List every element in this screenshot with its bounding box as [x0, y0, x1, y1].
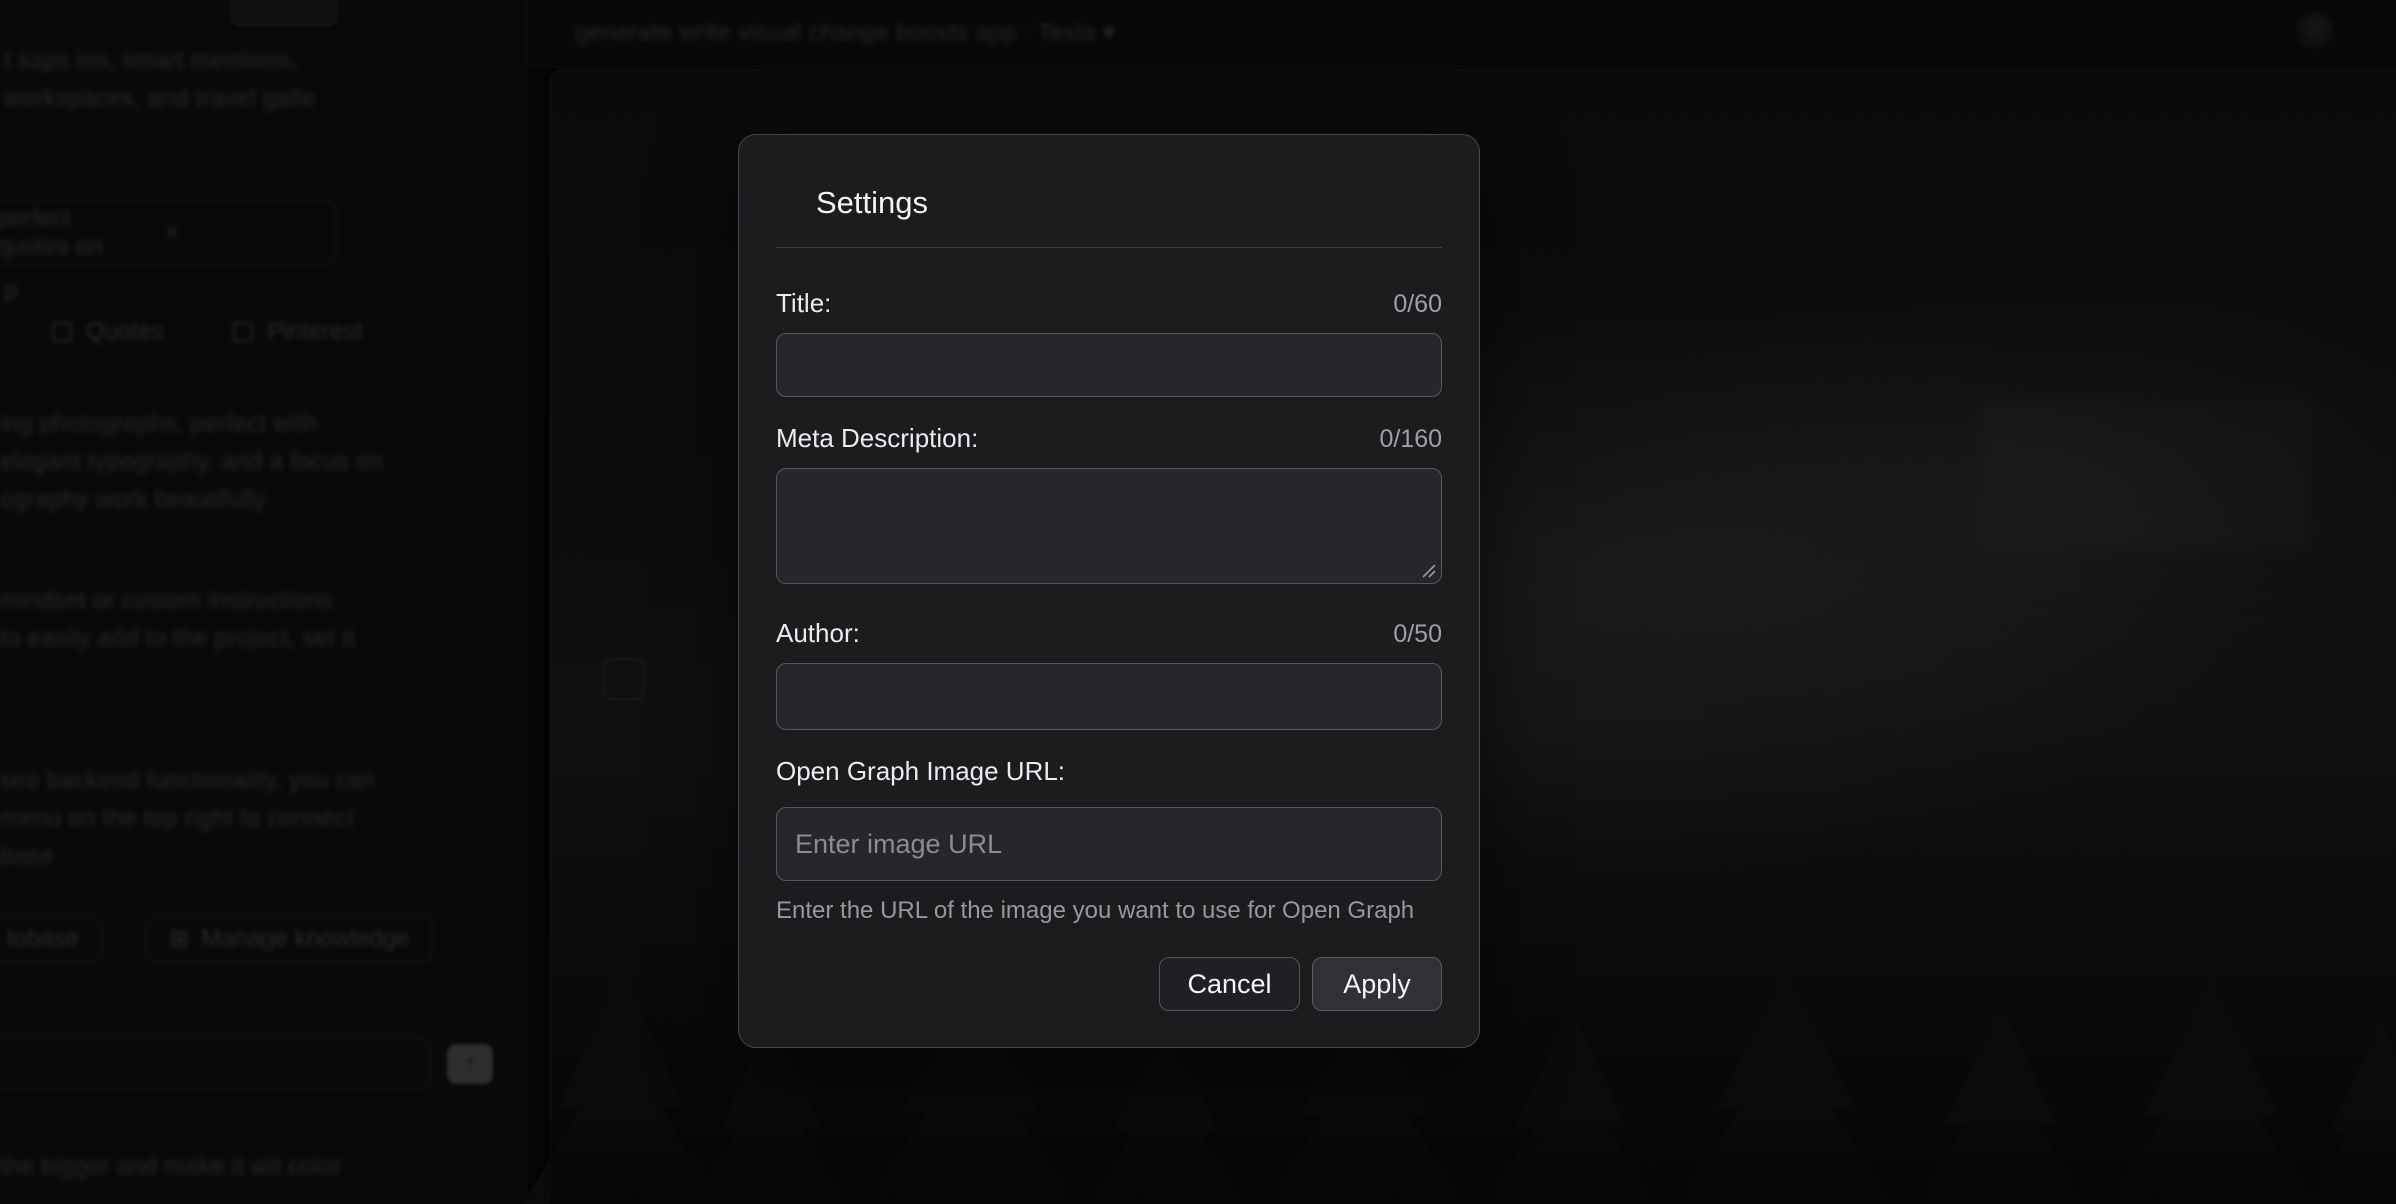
title-char-counter: 0/60 [1393, 290, 1442, 319]
author-char-counter: 0/50 [1393, 620, 1442, 649]
app-window: generate write visual change boosts app … [0, 0, 2396, 1204]
og-image-helper-text: Enter the URL of the image you want to u… [776, 897, 1442, 925]
meta-description-textarea[interactable] [776, 468, 1442, 584]
modal-title: Settings [816, 185, 1442, 221]
settings-modal: Settings Title: 0/60 Meta Description: 0… [738, 134, 1480, 1048]
og-image-url-input[interactable] [776, 807, 1442, 881]
apply-button[interactable]: Apply [1312, 957, 1442, 1011]
modal-button-row: Cancel Apply [776, 957, 1442, 1011]
cancel-button[interactable]: Cancel [1159, 957, 1300, 1011]
modal-divider [776, 247, 1442, 248]
meta-description-char-counter: 0/160 [1379, 425, 1442, 454]
author-field-label: Author: [776, 618, 860, 649]
title-input[interactable] [776, 333, 1442, 397]
title-field-label: Title: [776, 288, 831, 319]
author-input[interactable] [776, 663, 1442, 730]
meta-description-field-label: Meta Description: [776, 423, 978, 454]
og-image-url-field-label: Open Graph Image URL: [776, 756, 1065, 787]
